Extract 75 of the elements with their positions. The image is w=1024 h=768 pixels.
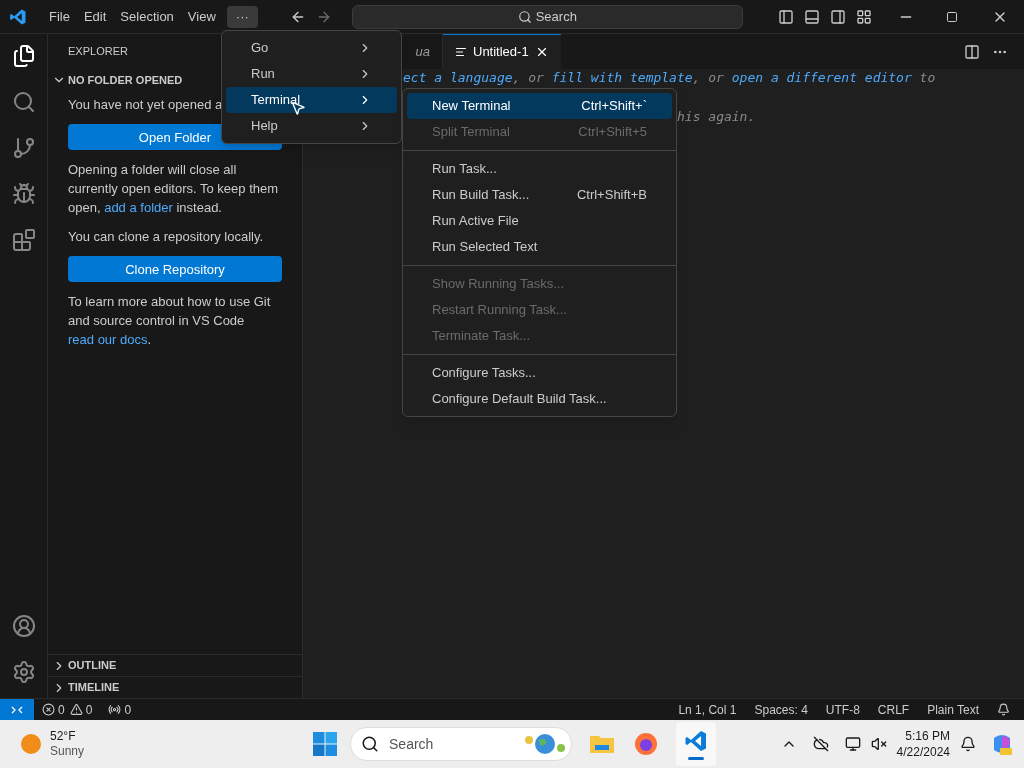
- sun-icon: [21, 734, 41, 754]
- link[interactable]: ect a language: [403, 70, 513, 85]
- menu-title[interactable]: Edit: [76, 6, 114, 27]
- sidebar-text: You can clone a repository locally.: [68, 228, 265, 246]
- maximize-icon[interactable]: [946, 10, 958, 23]
- folder-icon[interactable]: [589, 733, 616, 755]
- menu-item[interactable]: Configure Default Build Task...: [407, 386, 672, 412]
- status-item[interactable]: Ln 1, Col 1: [678, 700, 737, 719]
- error-icon: [42, 703, 55, 716]
- error-count[interactable]: 0: [58, 700, 65, 719]
- split-editor-icon[interactable]: [964, 43, 980, 60]
- search-icon: [361, 735, 380, 753]
- menu-item[interactable]: Run Task...: [407, 156, 672, 182]
- account-icon[interactable]: [11, 614, 36, 638]
- text-file-icon: [455, 46, 467, 58]
- blocks-icon[interactable]: [11, 228, 36, 252]
- cloud-off-icon[interactable]: [812, 736, 829, 752]
- files-icon[interactable]: [11, 44, 36, 68]
- status-item[interactable]: Spaces: 4: [754, 700, 808, 719]
- warning-icon: [69, 703, 83, 716]
- status-item[interactable]: CRLF: [877, 700, 910, 719]
- weather-temperature[interactable]: 52°F: [50, 729, 85, 744]
- menu-item[interactable]: Run Selected Text: [407, 234, 672, 260]
- status-item[interactable]: UTF-8: [825, 700, 860, 719]
- layout-icon[interactable]: [856, 8, 872, 25]
- link[interactable]: add a folder: [104, 200, 173, 215]
- sidebar-toggle-icon[interactable]: [778, 8, 794, 25]
- clock-date[interactable]: 4/22/2024: [896, 744, 950, 760]
- editor-hint-text: ect a language, or fill with template, or open a different editor to: [403, 70, 936, 86]
- secondary-sidebar-icon[interactable]: [830, 8, 846, 25]
- link[interactable]: open a different editor: [731, 70, 912, 85]
- menu-item[interactable]: Terminal: [226, 87, 397, 113]
- editor-tab[interactable]: Untitled-1: [443, 34, 561, 69]
- settings-icon[interactable]: [11, 660, 36, 684]
- menu-item[interactable]: Configure Tasks...: [407, 360, 672, 386]
- ports-count[interactable]: 0: [124, 700, 132, 719]
- taskbar-search-field[interactable]: Search: [350, 727, 573, 761]
- editor-hint-text: his again.: [677, 109, 756, 125]
- logo-icon: [9, 7, 27, 26]
- weather-condition[interactable]: Sunny: [50, 744, 85, 759]
- start-icon[interactable]: [313, 732, 338, 756]
- muted-speaker-icon[interactable]: [870, 736, 887, 752]
- menu-title[interactable]: View: [180, 6, 223, 27]
- bell-icon[interactable]: [960, 736, 976, 752]
- menu-item[interactable]: Run Active File: [407, 208, 672, 234]
- menu-item[interactable]: Run Build Task... Ctrl+Shift+B: [407, 182, 672, 208]
- clock-time[interactable]: 5:16 PM: [905, 728, 950, 744]
- menu-title[interactable]: File: [42, 6, 77, 27]
- link[interactable]: fill with template: [551, 70, 693, 85]
- search-icon[interactable]: [11, 90, 36, 114]
- panel-toggle-icon[interactable]: [804, 8, 820, 25]
- search-icon: [517, 9, 532, 24]
- primary-button[interactable]: Clone Repository: [68, 256, 282, 282]
- bug-icon[interactable]: [11, 182, 36, 206]
- network-icon[interactable]: [844, 736, 861, 752]
- logo-icon: [684, 728, 709, 753]
- menu-item[interactable]: New Terminal Ctrl+Shift+`: [407, 93, 672, 119]
- menu-title[interactable]: Selection: [113, 6, 181, 27]
- sidebar-text: To learn more about how to use Git and source control in VS Code read our docs.: [68, 293, 272, 349]
- bell-icon[interactable]: [997, 703, 1010, 716]
- panel-header[interactable]: OUTLINE: [48, 654, 302, 676]
- sidebar-text: Opening a folder will close all currently open editors. To keep them open, add a folder instead.: [68, 161, 280, 217]
- warning-count[interactable]: 0: [85, 700, 93, 719]
- branch-icon[interactable]: [11, 136, 36, 160]
- more-menu-button[interactable]: ···: [226, 5, 258, 28]
- browser-icon[interactable]: [634, 732, 659, 756]
- menu-item[interactable]: Go: [226, 35, 397, 61]
- link[interactable]: read our docs: [68, 332, 148, 347]
- taskbar-app-button[interactable]: [676, 722, 717, 766]
- active-indicator: [688, 756, 705, 760]
- status-item[interactable]: Plain Text: [927, 700, 979, 719]
- menu-item[interactable]: Run: [226, 61, 397, 87]
- antenna-icon: [108, 703, 122, 716]
- sidebar-title: EXPLORER: [68, 44, 128, 60]
- search-field[interactable]: Search: [351, 4, 743, 29]
